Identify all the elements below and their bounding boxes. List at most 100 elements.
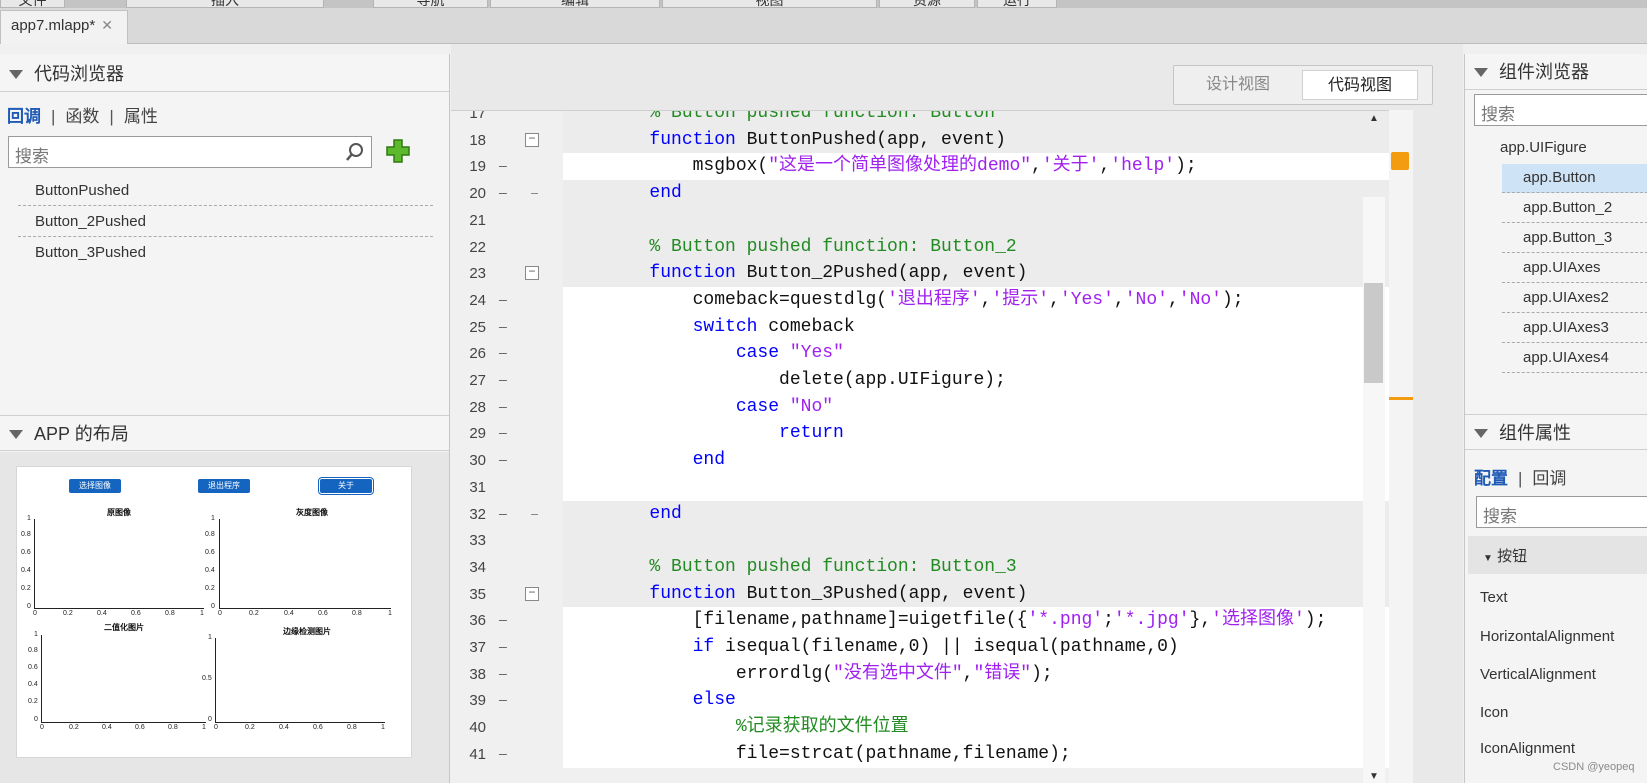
breakpoint-marker[interactable]: — bbox=[499, 340, 507, 367]
code-line[interactable]: 26 — case "Yes" bbox=[451, 340, 1413, 368]
code-text[interactable]: if isequal(filename,0) || isequal(pathna… bbox=[563, 634, 1413, 661]
add-callback-plus-icon[interactable] bbox=[385, 138, 411, 164]
breakpoint-marker[interactable]: — bbox=[499, 287, 507, 314]
code-text[interactable]: end bbox=[563, 500, 1413, 528]
tree-item[interactable]: app.UIAxes4 bbox=[1502, 344, 1647, 373]
collapse-triangle-icon[interactable] bbox=[1474, 429, 1488, 438]
code-line[interactable]: 37 — if isequal(filename,0) || isequal(pa… bbox=[451, 634, 1413, 661]
tree-item[interactable]: app.Button bbox=[1502, 164, 1647, 193]
tab-callbacks[interactable]: 回调 bbox=[7, 107, 41, 126]
fold-toggle-icon[interactable]: − bbox=[525, 266, 539, 281]
code-browser-item[interactable]: Button_2Pushed bbox=[18, 207, 433, 237]
code-line[interactable]: 20 — end bbox=[451, 180, 1413, 208]
code-line[interactable]: 31 bbox=[451, 473, 1413, 501]
code-text[interactable]: switch comeback bbox=[563, 313, 1413, 341]
component-search-input[interactable]: 搜索 bbox=[1474, 94, 1647, 126]
collapse-triangle-icon[interactable] bbox=[9, 70, 23, 79]
code-line[interactable]: 30 — end bbox=[451, 447, 1413, 475]
app-layout-header[interactable]: APP 的布局 bbox=[0, 415, 449, 451]
prop-text[interactable]: Text bbox=[1480, 589, 1508, 606]
code-line[interactable]: 38 — errordlg("没有选中文件","错误"); bbox=[451, 660, 1413, 688]
code-browser-item[interactable]: ButtonPushed bbox=[18, 176, 433, 206]
tree-item[interactable]: app.Button_3 bbox=[1502, 224, 1647, 253]
warning-line-marker[interactable] bbox=[1389, 397, 1413, 400]
breakpoint-marker[interactable]: — bbox=[499, 687, 507, 714]
fold-toggle-icon[interactable]: − bbox=[525, 132, 539, 147]
code-text[interactable]: file=strcat(pathname,filename); bbox=[563, 740, 1413, 768]
scrollbar-thumb[interactable] bbox=[1364, 283, 1383, 383]
prop-vertical-alignment[interactable]: VerticalAlignment bbox=[1480, 666, 1596, 683]
file-tab-app7[interactable]: app7.mlapp* ✕ bbox=[0, 10, 128, 44]
code-line[interactable]: 17 % Button pushed function: Button bbox=[451, 111, 1413, 127]
tree-item[interactable]: app.UIAxes2 bbox=[1502, 284, 1647, 313]
menu-insert[interactable]: 插入 bbox=[126, 0, 324, 8]
tree-item-uifigure[interactable]: app.UIFigure bbox=[1500, 134, 1647, 163]
code-text[interactable]: end bbox=[563, 447, 1413, 475]
code-text[interactable]: msgbox("这是一个简单图像处理的demo",'关于','help'); bbox=[563, 153, 1413, 181]
code-text[interactable]: case "Yes" bbox=[563, 340, 1413, 368]
collapse-triangle-icon[interactable] bbox=[9, 430, 23, 439]
breakpoint-marker[interactable]: — bbox=[499, 180, 507, 207]
code-line[interactable]: 24— comeback=questdlg('退出程序','提示','Yes',… bbox=[451, 286, 1413, 314]
menu-run[interactable]: 运行 bbox=[977, 0, 1057, 8]
code-browser-search-input[interactable]: 搜索 bbox=[8, 136, 372, 168]
scroll-up-arrow-icon[interactable]: ▲ bbox=[1369, 113, 1379, 124]
code-text[interactable] bbox=[563, 473, 1413, 501]
props-section-button[interactable]: ▼ 按钮 bbox=[1468, 536, 1647, 574]
prop-horizontal-alignment[interactable]: HorizontalAlignment bbox=[1480, 628, 1614, 645]
vertical-scrollbar[interactable] bbox=[1363, 197, 1385, 783]
code-browser-header[interactable]: 代码浏览器 bbox=[0, 56, 449, 92]
design-view-button[interactable]: 设计视图 bbox=[1182, 70, 1294, 100]
code-text[interactable]: delete(app.UIFigure); bbox=[563, 367, 1413, 394]
code-browser-item[interactable]: Button_3Pushed bbox=[18, 238, 433, 268]
tree-item[interactable]: app.UIAxes bbox=[1502, 254, 1647, 283]
tab-configuration[interactable]: 配置 bbox=[1474, 469, 1508, 488]
tab-functions[interactable]: 函数 bbox=[65, 107, 99, 126]
tree-item[interactable]: app.UIAxes3 bbox=[1502, 314, 1647, 343]
code-editor[interactable]: 17 % Button pushed function: Button 18 − f… bbox=[451, 110, 1413, 783]
tab-properties[interactable]: 属性 bbox=[124, 107, 158, 126]
component-browser-header[interactable]: 组件浏览器 bbox=[1465, 54, 1647, 90]
breakpoint-marker[interactable]: — bbox=[499, 634, 507, 661]
code-line[interactable]: 25 — switch comeback bbox=[451, 313, 1413, 341]
breakpoint-marker[interactable]: — bbox=[499, 741, 507, 768]
scroll-down-arrow-icon[interactable]: ▼ bbox=[1369, 771, 1379, 782]
code-text[interactable]: end bbox=[563, 180, 1413, 208]
breakpoint-marker[interactable]: — bbox=[499, 447, 507, 474]
code-text[interactable]: comeback=questdlg('退出程序','提示','Yes','No'… bbox=[563, 286, 1413, 314]
code-text[interactable]: function Button_3Pushed(app, event) bbox=[563, 580, 1413, 608]
code-line[interactable]: 18 − function ButtonPushed(app, event) bbox=[451, 126, 1413, 154]
code-line[interactable]: 39 — else bbox=[451, 687, 1413, 715]
warning-indicator-icon[interactable] bbox=[1391, 152, 1409, 170]
code-text[interactable] bbox=[563, 206, 1413, 234]
code-text[interactable]: % Button pushed function: Button bbox=[563, 111, 1413, 127]
code-text[interactable]: else bbox=[563, 687, 1413, 715]
code-text[interactable]: function Button_2Pushed(app, event) bbox=[563, 260, 1413, 288]
code-text[interactable]: [filename,pathname]=uigetfile({'*.png';'… bbox=[563, 607, 1413, 635]
code-text[interactable] bbox=[563, 527, 1413, 555]
code-line[interactable]: 40 %记录获取的文件位置 bbox=[451, 714, 1413, 742]
code-text[interactable]: % Button pushed function: Button_2 bbox=[563, 233, 1413, 261]
search-icon[interactable] bbox=[345, 142, 365, 162]
code-text[interactable]: case "No" bbox=[563, 393, 1413, 421]
code-line[interactable]: 29 — return bbox=[451, 420, 1413, 448]
menu-edit[interactable]: 编辑 bbox=[490, 0, 660, 8]
code-line[interactable]: 28 — case "No" bbox=[451, 393, 1413, 421]
code-text[interactable]: %记录获取的文件位置 bbox=[563, 714, 1413, 742]
code-line[interactable]: 33 bbox=[451, 527, 1413, 555]
collapse-triangle-icon[interactable] bbox=[1474, 68, 1488, 77]
tree-item[interactable]: app.Button_2 bbox=[1502, 194, 1647, 223]
code-text[interactable]: errordlg("没有选中文件","错误"); bbox=[563, 660, 1413, 688]
code-line[interactable]: 35 − function Button_3Pushed(app, event) bbox=[451, 580, 1413, 608]
code-line[interactable]: 32 — end bbox=[451, 500, 1413, 528]
prop-icon[interactable]: Icon bbox=[1480, 704, 1508, 721]
code-line[interactable]: 22 % Button pushed function: Button_2 bbox=[451, 233, 1413, 261]
code-line[interactable]: 36 — [filename,pathname]=uigetfile({'*.pn… bbox=[451, 607, 1413, 635]
close-icon[interactable]: ✕ bbox=[101, 17, 113, 33]
code-line[interactable]: 41 — file=strcat(pathname,filename); bbox=[451, 740, 1413, 768]
menu-navigate[interactable]: 导航 bbox=[373, 0, 488, 8]
code-line[interactable]: 19— msgbox("这是一个简单图像处理的demo",'关于','help'… bbox=[451, 153, 1413, 181]
breakpoint-marker[interactable]: — bbox=[499, 367, 507, 394]
code-text[interactable]: return bbox=[563, 420, 1413, 448]
tab-callbacks[interactable]: 回调 bbox=[1532, 469, 1566, 488]
